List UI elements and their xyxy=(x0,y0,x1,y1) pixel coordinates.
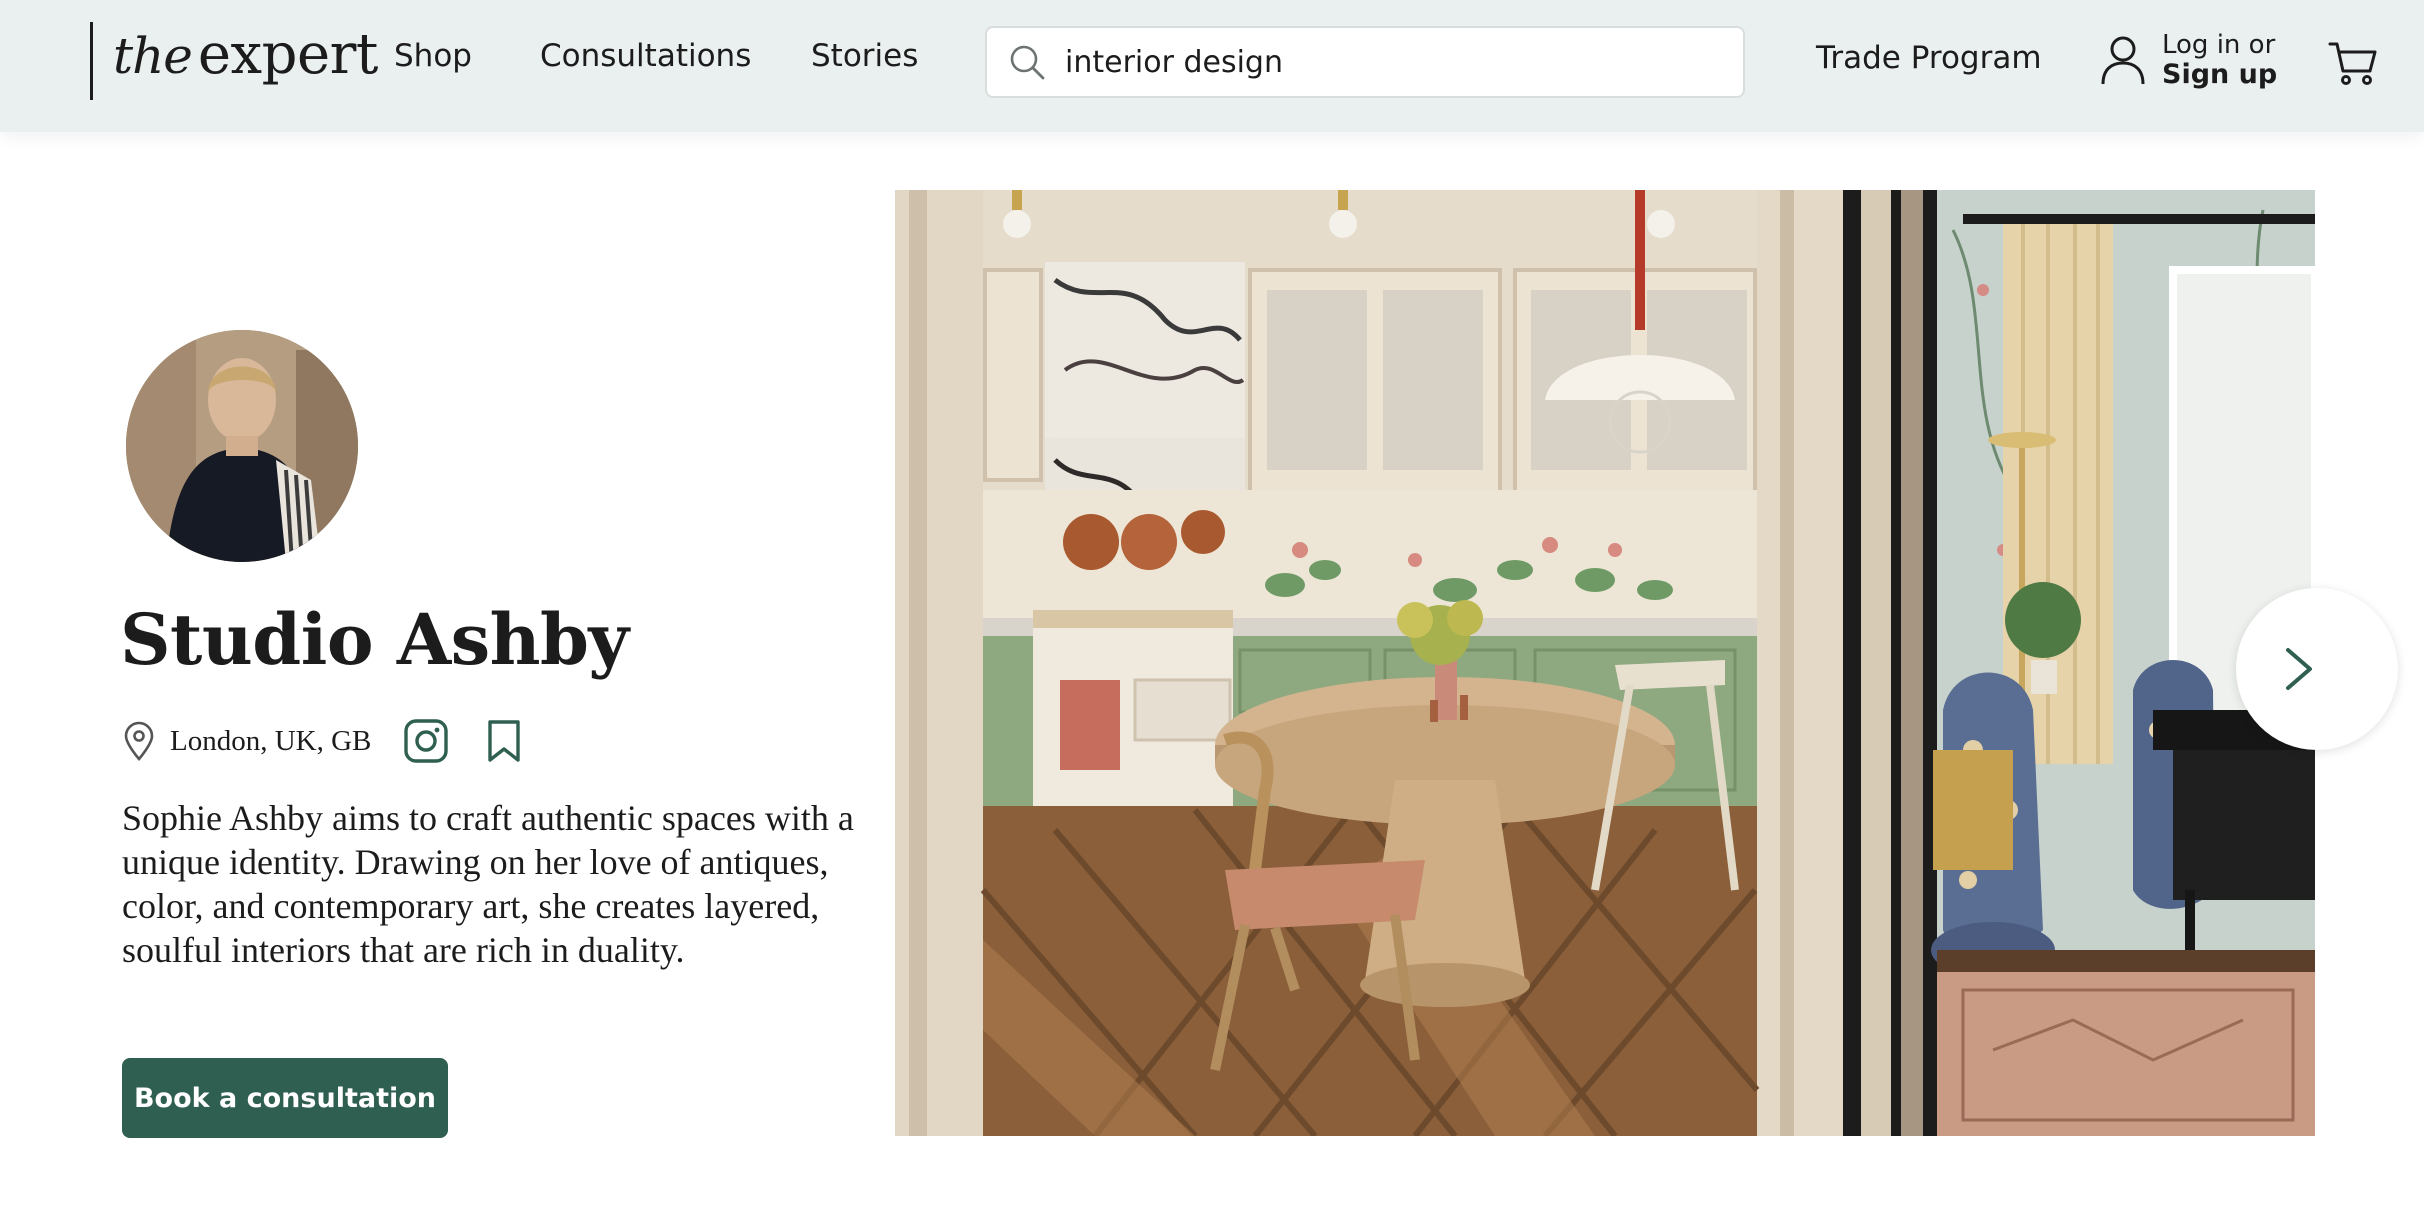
project-gallery xyxy=(895,190,2315,1136)
chevron-right-icon xyxy=(2286,648,2312,690)
site-logo[interactable]: the expert xyxy=(90,22,378,100)
search-bar[interactable] xyxy=(985,26,1745,98)
user-icon xyxy=(2101,36,2145,85)
nav-consultations-link[interactable]: Consultations xyxy=(540,38,751,74)
logo-the: the xyxy=(113,27,193,85)
account-link[interactable]: Log in or Sign up xyxy=(2100,30,2277,90)
designer-name: Studio Ashby xyxy=(120,598,629,681)
book-consultation-button[interactable]: Book a consultation xyxy=(122,1058,448,1138)
nav-shop-link[interactable]: Shop xyxy=(394,38,472,74)
designer-bio: Sophie Ashby aims to craft authentic spa… xyxy=(122,798,854,970)
signup-text[interactable]: Sign up xyxy=(2162,60,2277,90)
search-input[interactable] xyxy=(1065,44,1705,80)
top-header: the expert Shop Consultations Stories Tr… xyxy=(0,0,2424,132)
trade-program-link[interactable]: Trade Program xyxy=(1816,40,2042,76)
kitchen-dining-photo[interactable] xyxy=(895,190,1843,1136)
instagram-icon[interactable] xyxy=(403,718,449,764)
pin-icon xyxy=(124,721,154,761)
designer-avatar xyxy=(126,330,358,562)
login-text[interactable]: Log in or xyxy=(2162,30,2277,60)
bookmark-icon[interactable] xyxy=(485,719,523,763)
logo-expert: expert xyxy=(197,22,378,87)
designer-meta-row: London, UK, GB xyxy=(122,718,523,764)
search-icon[interactable] xyxy=(1007,42,1047,82)
nav-stories-link[interactable]: Stories xyxy=(811,38,918,74)
designer-location: London, UK, GB xyxy=(170,724,372,757)
gallery-next-button[interactable] xyxy=(2236,588,2398,750)
cart-icon[interactable] xyxy=(2328,38,2378,88)
